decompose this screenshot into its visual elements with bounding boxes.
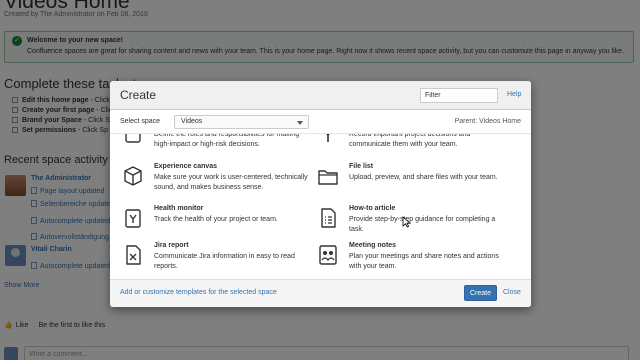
template-name: File list [349,163,374,170]
template-desc: Provide step-by-step guidance for comple… [349,216,496,233]
template-item[interactable]: File list Upload, preview, and share fil… [317,163,507,203]
customize-templates-link[interactable]: Add or customize templates for the selec… [120,289,277,296]
template-item[interactable]: How-to article Provide step-by-step guid… [317,205,507,245]
template-item[interactable]: Experience canvas Make sure your work is… [122,163,312,203]
roles-icon [122,134,144,148]
template-desc: Make sure your work is user-centered, te… [154,174,308,191]
close-button[interactable]: Close [503,289,521,296]
dialog-header: Create Help [110,81,531,110]
template-name: Health monitor [154,205,204,212]
create-dialog: Create Help Select space Videos Parent: … [110,81,531,307]
template-desc: Communicate Jira information in easy to … [154,253,295,270]
folder-icon [317,163,339,189]
parent-page-label: Parent: Videos Home [454,118,521,125]
template-name: Meeting notes [349,242,397,249]
cube-icon [122,163,144,189]
chevron-down-icon [297,121,303,125]
template-desc: Track the health of your project or team… [154,216,278,223]
template-desc: Record important project decisions and c… [349,134,471,148]
template-item[interactable]: Meeting notes Plan your meetings and sha… [317,242,507,279]
decision-icon [317,134,339,148]
meeting-notes-icon [317,242,339,268]
space-selector-row: Select space Videos Parent: Videos Home [110,110,531,134]
space-select[interactable]: Videos [174,115,309,129]
select-space-label: Select space [120,118,161,125]
template-name: Experience canvas [154,163,218,170]
template-name: Jira report [154,242,189,249]
template-item[interactable]: Health monitor Track the health of your … [122,205,312,245]
dialog-footer: Add or customize templates for the selec… [110,279,531,307]
template-desc: Define the roles and responsibilities fo… [154,134,300,148]
create-button[interactable]: Create [464,285,497,301]
filter-input[interactable] [420,88,498,103]
dialog-title: Create [120,88,157,102]
how-to-icon [317,205,339,231]
health-monitor-icon [122,205,144,231]
jira-report-icon [122,242,144,268]
help-link[interactable]: Help [507,91,521,98]
template-desc: Plan your meetings and share notes and a… [349,253,499,270]
mouse-cursor-icon [402,216,411,228]
template-item[interactable]: Jira report Communicate Jira information… [122,242,312,279]
template-grid: Define the roles and responsibilities fo… [110,134,531,279]
template-desc: Upload, preview, and share files with yo… [349,174,498,181]
template-name: How-to article [349,205,396,212]
space-select-value: Videos [181,118,203,125]
